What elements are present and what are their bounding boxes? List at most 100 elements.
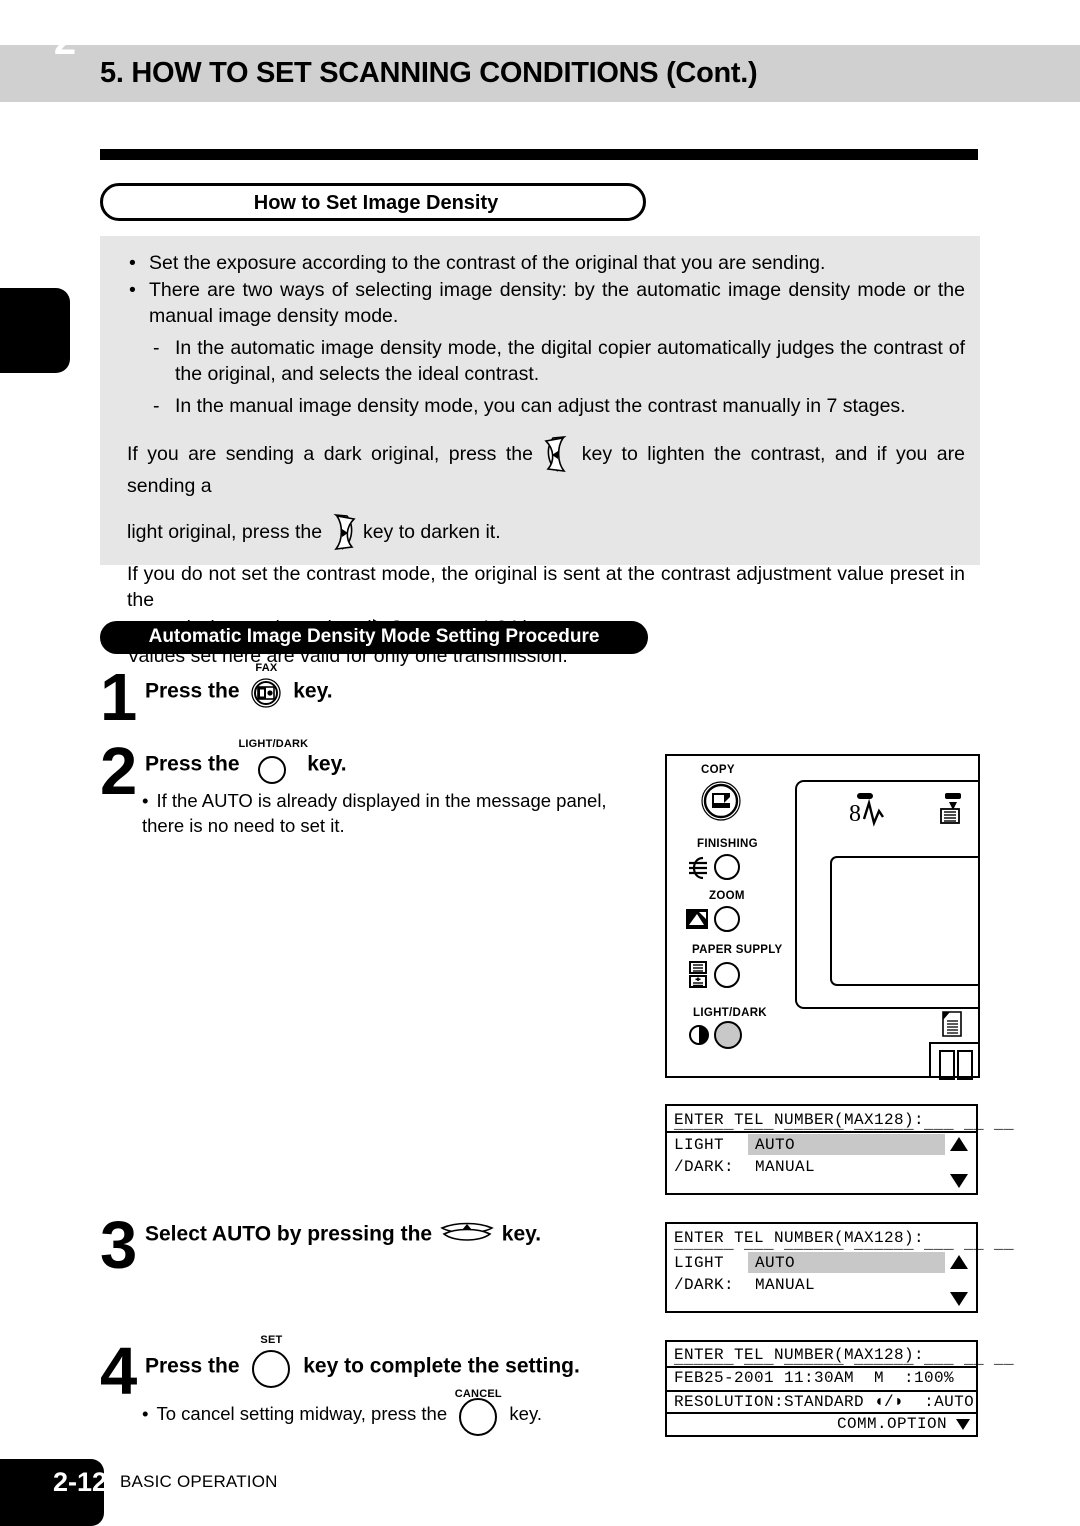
lcd-step4-divider-1	[667, 1366, 976, 1368]
paper-supply-icon	[687, 960, 711, 995]
step-1-number: 1	[100, 660, 138, 735]
contrast-glyph-icon: ◖	[874, 1393, 885, 1411]
step-1-text-before: Press the	[145, 679, 240, 703]
dark-key-icon	[330, 513, 356, 551]
cancel-key-circle[interactable]	[459, 1398, 498, 1436]
step-4-text-after: key to complete the setting.	[303, 1354, 580, 1378]
step-2-note: • If the AUTO is already displayed in the…	[142, 788, 650, 838]
step-4-number: 4	[100, 1334, 138, 1409]
finishing-icon	[687, 856, 709, 885]
lcd-step3-line3-label: /DARK:	[674, 1276, 735, 1294]
bullet-marker: •	[142, 1402, 149, 1424]
lcd-step4: ENTER TEL NUMBER(MAX128): ______ ___ ___…	[665, 1340, 1014, 1437]
control-panel-illustration: COPY FINISHING ZOOM PAPER SUPPLY LIGHT/D…	[665, 754, 980, 1080]
info-dash-2: - In the manual image density mode, you …	[127, 393, 965, 419]
paper-supply-key-button[interactable]	[714, 962, 740, 988]
add-paper-indicator-icon	[939, 793, 973, 832]
info-paragraph-2: light original, press the key to darken …	[127, 513, 965, 551]
light-dark-key-button[interactable]	[714, 1021, 742, 1049]
copy-key-button[interactable]	[700, 780, 742, 827]
dash-marker: -	[153, 395, 160, 417]
fax-key-label: FAX	[255, 662, 278, 674]
lcd-step4-divider-2	[667, 1390, 976, 1392]
light-dark-key-icon[interactable]: LIGHT/DARK	[238, 738, 308, 784]
section-pill-label: How to Set Image Density	[253, 192, 499, 214]
step-3-text-after: key.	[501, 1222, 542, 1246]
step-3-number: 3	[100, 1208, 138, 1283]
footer-page-number: 2-12	[52, 1467, 108, 1497]
lcd-step2: ENTER TEL NUMBER(MAX128): ______ ___ ___…	[665, 1104, 1014, 1195]
bullet-marker: •	[129, 279, 136, 301]
panel-light-dark-label: LIGHT/DARK	[693, 1007, 767, 1019]
chapter-tab	[0, 288, 70, 373]
lcd-step4-line4[interactable]: COMM.OPTION	[837, 1415, 947, 1433]
section-pill: How to Set Image Density	[100, 183, 646, 221]
lcd-step2-scroll-down-icon[interactable]	[950, 1174, 968, 1188]
step-2-text-after: key.	[307, 752, 347, 776]
zoom-icon	[685, 908, 709, 935]
info-paragraph-1: If you are sending a dark original, pres…	[127, 435, 965, 499]
light-dark-key-label: LIGHT/DARK	[238, 738, 309, 750]
lcd-step4-line3-b: /	[884, 1393, 895, 1411]
finishing-key-button[interactable]	[714, 854, 740, 880]
step-4-note: • To cancel setting midway, press the CAN…	[142, 1388, 542, 1436]
zoom-key-button[interactable]	[714, 906, 740, 932]
copy-icon	[712, 793, 730, 808]
document-indicator-icon	[941, 1011, 967, 1042]
info-box: • Set the exposure according to the cont…	[100, 236, 980, 667]
set-key-label: SET	[260, 1334, 283, 1346]
info-paragraph-2b: key to darken it.	[362, 521, 501, 543]
lcd-step4-line3-a: RESOLUTION:STANDARD	[674, 1393, 875, 1411]
step-2-note-text: If the AUTO is already displayed in the …	[142, 790, 607, 836]
panel-zoom-label: ZOOM	[709, 890, 745, 902]
lcd-step2-divider	[667, 1131, 976, 1133]
info-bullet-1: • Set the exposure according to the cont…	[127, 250, 965, 276]
lcd-step4-line3-c: :AUTO	[904, 1393, 975, 1411]
cancel-key-icon[interactable]: CANCEL	[452, 1388, 504, 1436]
up-arrow-key-icon[interactable]	[438, 1222, 496, 1248]
step-3-text: Select AUTO by pressing the key.	[145, 1222, 541, 1248]
step-1-text: Press the FAX key.	[145, 662, 333, 708]
step-4-text-before: Press the	[145, 1354, 240, 1378]
info-dash-1-text: In the automatic image density mode, the…	[175, 337, 965, 385]
svg-text:8: 8	[849, 801, 861, 827]
step-1-text-after: key.	[293, 679, 333, 703]
set-key-icon[interactable]: SET	[245, 1334, 297, 1388]
lcd-step4-scroll-down-icon[interactable]	[956, 1419, 970, 1430]
lcd-step3-line2-value[interactable]: AUTO	[755, 1254, 795, 1272]
light-dark-icon	[688, 1024, 710, 1051]
info-paragraph-1a: If you are sending a dark original, pres…	[127, 443, 533, 465]
light-key-icon	[544, 435, 570, 473]
footer-caption: BASIC OPERATION	[120, 1472, 278, 1491]
info-bullet-2-text: There are two ways of selecting image de…	[149, 279, 965, 327]
page-title: 5. HOW TO SET SCANNING CONDITIONS (Cont.…	[100, 57, 758, 89]
lcd-step3-line3-value[interactable]: MANUAL	[755, 1276, 815, 1294]
info-dash-1: - In the automatic image density mode, t…	[127, 335, 965, 387]
light-dark-key-circle[interactable]	[258, 756, 287, 784]
lcd-step2-scroll-up-icon[interactable]	[950, 1137, 968, 1151]
lcd-step3-line2-label: LIGHT	[674, 1254, 725, 1272]
chapter-tab-number: 2	[53, 19, 77, 63]
step-4-note-after: key.	[509, 1402, 542, 1424]
header-rule	[100, 149, 978, 160]
step-2-text-before: Press the	[145, 752, 240, 776]
fax-key-icon[interactable]: FAX	[245, 662, 287, 708]
panel-paper-supply-label: PAPER SUPPLY	[692, 944, 783, 956]
info-bullet-1-text: Set the exposure according to the contra…	[149, 252, 826, 274]
info-paragraph-2a: light original, press the	[127, 521, 323, 543]
dash-marker: -	[153, 337, 160, 359]
step-2-text: Press the LIGHT/DARK key.	[145, 738, 347, 784]
bullet-marker: •	[129, 252, 136, 274]
lcd-step3-scroll-down-icon[interactable]	[950, 1292, 968, 1306]
contrast-glyph-filled-icon: ◗	[894, 1393, 905, 1411]
info-paragraph-3: If you do not set the contrast mode, the…	[127, 563, 965, 611]
info-bullet-2: • There are two ways of selecting image …	[127, 277, 965, 329]
lcd-step4-line3: RESOLUTION:STANDARD ◖/◗ :AUTO	[674, 1393, 974, 1411]
panel-display-screen	[830, 856, 980, 986]
bullet-marker: •	[142, 790, 149, 811]
set-key-circle[interactable]	[252, 1350, 291, 1388]
lcd-step2-line3-value[interactable]: MANUAL	[755, 1158, 815, 1176]
lcd-step2-line3-label: /DARK:	[674, 1158, 735, 1176]
lcd-step3-scroll-up-icon[interactable]	[950, 1255, 968, 1269]
lcd-step2-line2-value[interactable]: AUTO	[755, 1136, 795, 1154]
